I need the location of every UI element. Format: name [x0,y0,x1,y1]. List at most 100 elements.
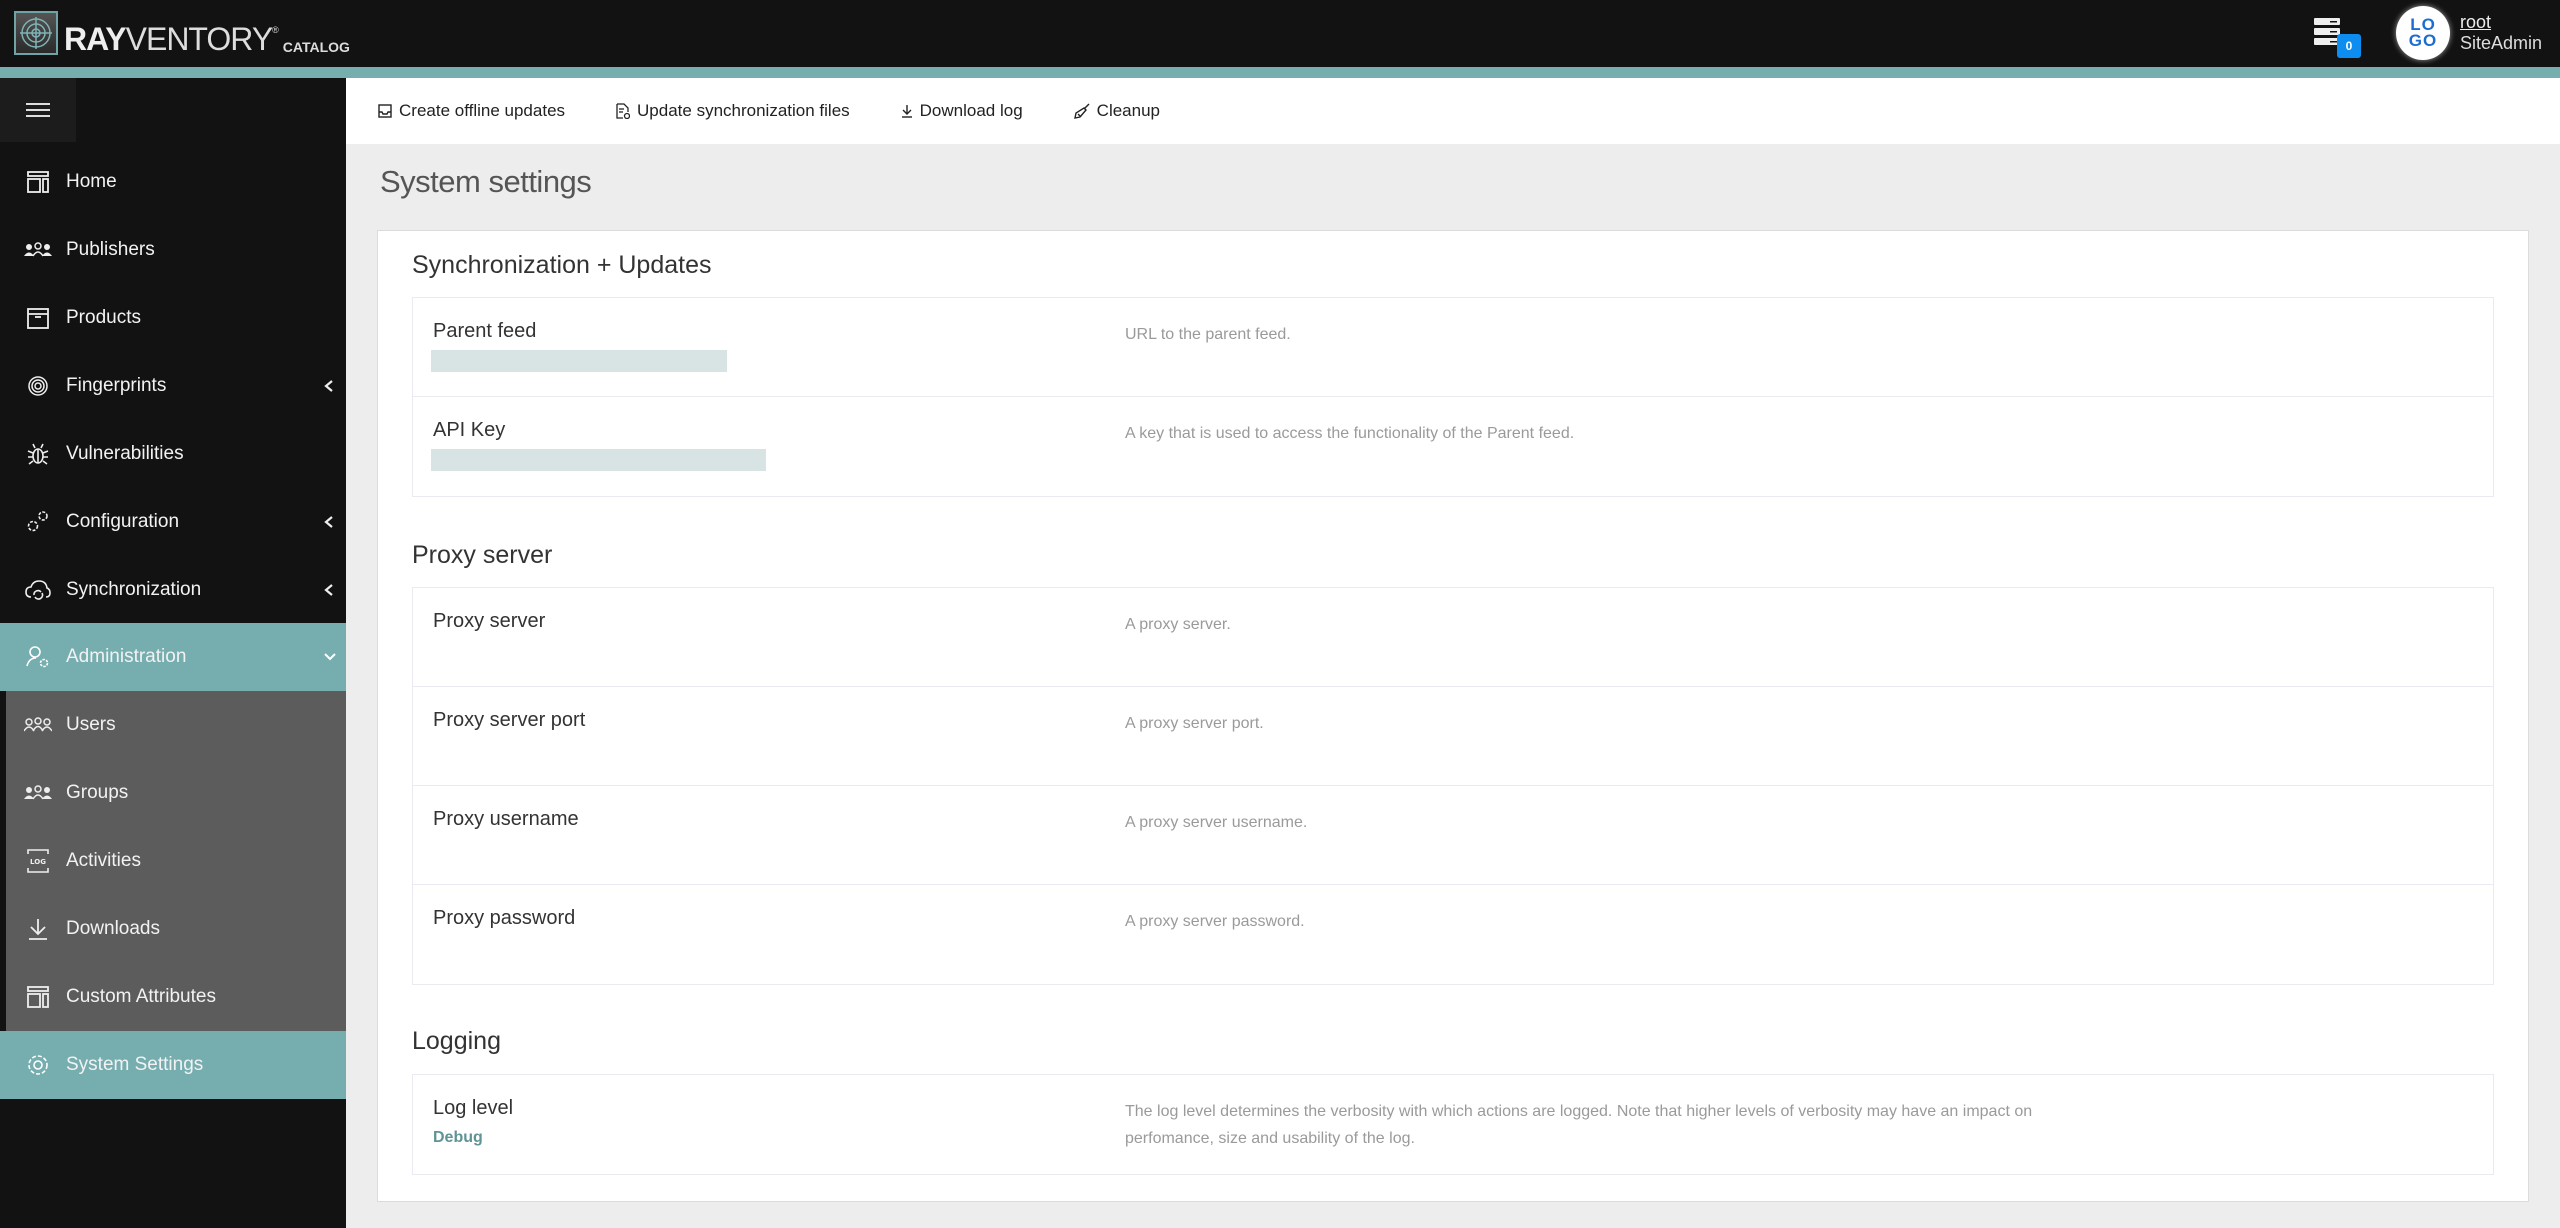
broom-icon [1073,103,1090,119]
sidebar-item-publishers[interactable]: Publishers [0,216,346,284]
sidebar: Home Publishers Products Fingerprints Vu… [0,78,346,1228]
setting-description: A proxy server. [1125,616,1231,633]
cleanup-button[interactable]: Cleanup [1073,101,1160,121]
sidebar-item-home[interactable]: Home [0,148,346,216]
sidebar-item-label: Downloads [66,918,160,939]
sidebar-item-synchronization[interactable]: Synchronization [0,556,346,624]
gear-icon [24,1051,52,1079]
sidebar-item-activities[interactable]: LOG Activities [0,827,346,895]
sidebar-item-label: Groups [66,782,129,803]
log-level-value[interactable]: Debug [433,1129,483,1147]
home-layout-icon [24,168,52,196]
button-label: Create offline updates [399,101,566,120]
brand-name-bold: RAY [64,21,127,57]
cloud-sync-icon [24,576,52,604]
sidebar-item-downloads[interactable]: Downloads [0,895,346,963]
sidebar-item-label: Home [66,171,117,192]
inbox-icon [378,104,392,118]
setting-label: Proxy password [433,907,576,929]
settings-group-synchronization: Parent feed URL to the parent feed. API … [412,297,2494,497]
setting-row-proxy-server-port[interactable]: Proxy server port A proxy server port. [413,687,2493,786]
api-key-value-redacted[interactable] [431,449,766,471]
button-label: Cleanup [1096,101,1160,120]
settings-group-proxy: Proxy server A proxy server. Proxy serve… [412,587,2494,985]
sidebar-item-groups[interactable]: Groups [0,759,346,827]
setting-row-proxy-password[interactable]: Proxy password A proxy server password. [413,885,2493,984]
users-icon [24,711,52,739]
sidebar-item-label: Administration [66,646,187,667]
setting-label: Proxy username [433,808,579,830]
brand-registered-mark: ® [272,25,279,35]
section-title-synchronization: Synchronization + Updates [412,251,712,279]
chevron-left-icon [324,380,333,392]
sidebar-item-label: Vulnerabilities [66,443,184,464]
group-icon [24,779,52,807]
download-log-button[interactable]: Download log [901,101,1023,121]
sidebar-item-label: System Settings [66,1054,204,1075]
hamburger-icon [26,99,50,121]
sidebar-item-fingerprints[interactable]: Fingerprints [0,352,346,420]
file-sync-icon [616,103,631,119]
setting-row-api-key[interactable]: API Key A key that is used to access the… [413,397,2493,496]
sidebar-item-users[interactable]: Users [0,691,346,759]
setting-row-log-level[interactable]: Log level Debug The log level determines… [413,1075,2493,1174]
chevron-down-icon [324,653,336,661]
setting-label: Parent feed [433,320,537,342]
sidebar-item-products[interactable]: Products [0,284,346,352]
avatar[interactable]: LO GO [2396,6,2450,60]
setting-row-proxy-server[interactable]: Proxy server A proxy server. [413,588,2493,687]
setting-description: URL to the parent feed. [1125,326,1291,343]
action-toolbar: Create offline updates Update synchroniz… [346,78,2560,144]
sidebar-item-system-settings[interactable]: System Settings [0,1031,346,1099]
section-title-proxy: Proxy server [412,541,553,569]
app-logo[interactable]: RAY VENTORY ® CATALOG [14,11,350,55]
box-icon [24,304,52,332]
chevron-left-icon [324,584,333,596]
sidebar-item-label: Publishers [66,239,155,260]
sidebar-item-label: Products [66,307,141,328]
sidebar-item-label: Users [66,714,116,735]
sidebar-item-label: Custom Attributes [66,986,216,1007]
chevron-left-icon [324,516,333,528]
setting-description: A proxy server port. [1125,715,1264,732]
button-label: Update synchronization files [637,101,850,120]
bug-icon [24,440,52,468]
menu-toggle-button[interactable] [0,78,76,142]
setting-row-parent-feed[interactable]: Parent feed URL to the parent feed. [413,298,2493,397]
button-label: Download log [919,101,1023,120]
setting-description: A proxy server password. [1125,913,1305,930]
parent-feed-value-redacted[interactable] [431,350,727,372]
user-gear-icon [24,643,52,671]
setting-description: A proxy server username. [1125,814,1308,831]
sidebar-item-label: Activities [66,850,141,871]
accent-stripe [0,67,2560,78]
avatar-text-line2: GO [2408,31,2438,50]
sidebar-item-configuration[interactable]: Configuration [0,488,346,556]
svg-text:LOG: LOG [30,858,46,866]
create-offline-updates-button[interactable]: Create offline updates [378,101,565,121]
setting-description: A key that is used to access the functio… [1125,425,1575,442]
user-name-link[interactable]: root [2460,12,2491,33]
sidebar-item-administration[interactable]: Administration [0,623,346,691]
user-role: SiteAdmin [2460,33,2543,53]
download-icon [901,105,912,118]
settings-card: Synchronization + Updates Parent feed UR… [377,230,2529,1202]
sidebar-item-label: Synchronization [66,579,202,600]
settings-group-logging: Log level Debug The log level determines… [412,1074,2494,1175]
sidebar-item-vulnerabilities[interactable]: Vulnerabilities [0,420,346,488]
sidebar-item-label: Fingerprints [66,375,167,396]
sidebar-item-label: Configuration [66,511,180,532]
update-synchronization-files-button[interactable]: Update synchronization files [616,101,850,121]
sidebar-item-custom-attributes[interactable]: Custom Attributes [0,963,346,1031]
setting-label: Log level [433,1097,514,1119]
brand-subtitle: CATALOG [282,39,350,55]
setting-row-proxy-username[interactable]: Proxy username A proxy server username. [413,786,2493,885]
setting-label: API Key [433,419,506,441]
gears-icon [24,508,52,536]
setting-description: The log level determines the verbosity w… [1125,1103,2033,1147]
server-count-badge: 0 [2337,34,2361,58]
download-icon [24,915,52,943]
top-bar [0,0,2560,67]
page-title: System settings [380,164,592,199]
radar-logo-icon [14,11,58,55]
